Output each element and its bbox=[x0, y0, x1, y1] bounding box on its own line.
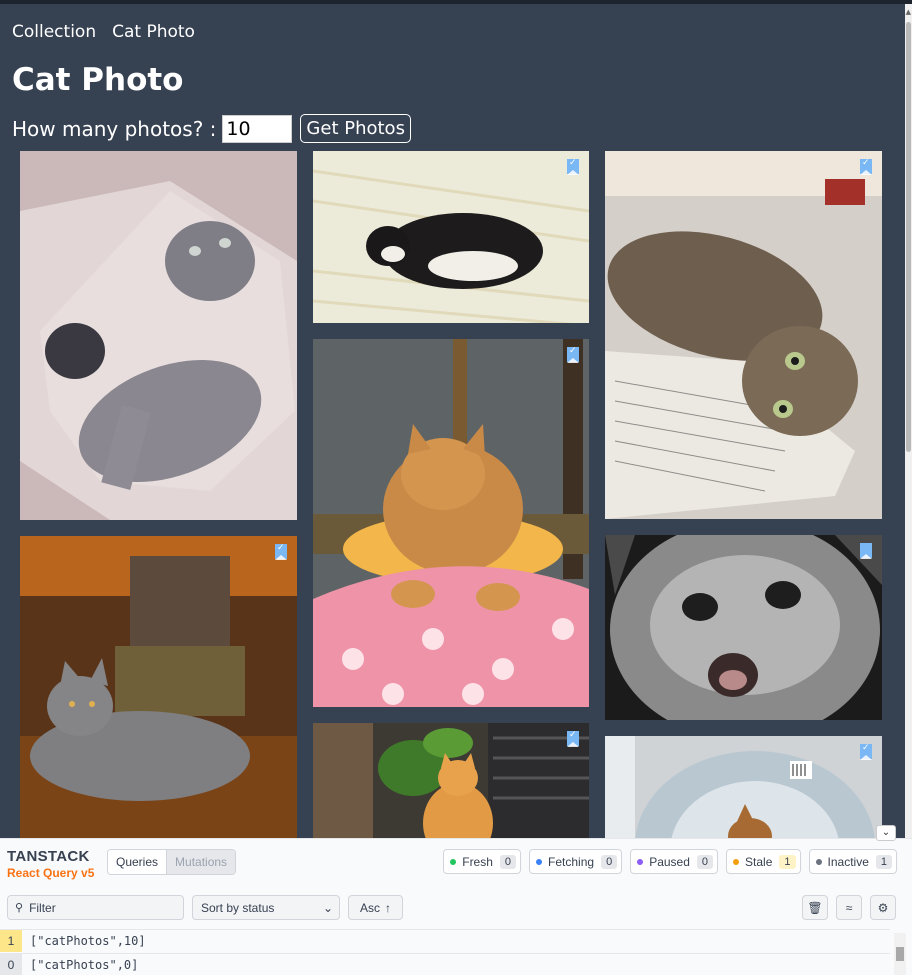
get-photos-button[interactable]: Get Photos bbox=[300, 114, 411, 143]
brand-tanstack: TANSTACK bbox=[7, 848, 90, 865]
badge-label: Inactive bbox=[827, 854, 869, 869]
tab-mutations[interactable]: Mutations bbox=[166, 850, 236, 874]
sort-select[interactable]: Sort by status ⌄ bbox=[192, 895, 340, 920]
kitten-image bbox=[605, 535, 882, 720]
chevron-down-icon[interactable]: ⌄ bbox=[876, 825, 896, 841]
status-badge-paused[interactable]: Paused 0 bbox=[630, 849, 719, 874]
badge-count: 1 bbox=[875, 854, 892, 869]
status-badge-fresh[interactable]: Fresh 0 bbox=[443, 849, 522, 874]
query-row[interactable]: 1 ["catPhotos",10] bbox=[0, 929, 890, 952]
query-observer-count: 0 bbox=[0, 954, 22, 975]
photo-cat-sleeping-bed[interactable] bbox=[313, 151, 589, 323]
nav-link-cat-photo[interactable]: Cat Photo bbox=[112, 22, 195, 42]
browser-top-edge bbox=[0, 0, 912, 4]
badge-count: 1 bbox=[779, 854, 796, 869]
paused-dot-icon bbox=[637, 858, 644, 865]
devtools-tabs: Queries Mutations bbox=[107, 849, 237, 875]
badge-count: 0 bbox=[696, 854, 714, 869]
query-row[interactable]: 0 ["catPhotos",0] bbox=[0, 953, 890, 975]
query-key: ["catPhotos",10] bbox=[30, 934, 146, 948]
photo-count-label: How many photos? : bbox=[12, 116, 217, 141]
nav-link-collection[interactable]: Collection bbox=[12, 22, 96, 42]
fetching-dot-icon bbox=[536, 858, 543, 865]
page-scrollbar[interactable]: ▲ bbox=[905, 4, 912, 838]
photo-count-input[interactable] bbox=[222, 114, 293, 143]
bookmark-icon[interactable] bbox=[860, 743, 872, 760]
bookmark-icon[interactable] bbox=[860, 158, 872, 175]
page-title: Cat Photo bbox=[12, 62, 184, 98]
status-badge-fetching[interactable]: Fetching 0 bbox=[529, 849, 623, 874]
query-list-scrollbar[interactable] bbox=[894, 933, 906, 975]
status-badges: Fresh 0 Fetching 0 Paused 0 Stale 1 Inac… bbox=[443, 849, 897, 874]
cat-in-cone-image bbox=[605, 736, 882, 838]
photo-count-form: How many photos? : Get Photos bbox=[12, 114, 411, 143]
tab-queries[interactable]: Queries bbox=[108, 850, 167, 874]
brand-react-query: React Query v5 bbox=[7, 866, 95, 880]
photo-grey-cat-on-chair[interactable] bbox=[20, 536, 297, 838]
devtools-brand: TANSTACK React Query v5 bbox=[7, 848, 94, 880]
sort-label: Sort by status bbox=[201, 900, 275, 915]
status-badge-inactive[interactable]: Inactive 1 bbox=[808, 849, 897, 874]
settings-button[interactable]: ⚙ bbox=[870, 895, 896, 920]
query-list-scrollbar-thumb[interactable] bbox=[896, 947, 904, 961]
photo-cat-on-pink-blanket[interactable] bbox=[313, 339, 589, 707]
photo-cat-on-book[interactable] bbox=[605, 151, 882, 519]
bookmark-icon[interactable] bbox=[567, 730, 579, 747]
badge-count: 0 bbox=[499, 854, 517, 869]
order-label: Asc bbox=[359, 900, 380, 915]
bookmark-icon[interactable] bbox=[860, 543, 872, 559]
query-observer-count: 1 bbox=[0, 930, 22, 952]
offline-mode-button[interactable]: ≈ bbox=[836, 895, 862, 920]
status-badge-stale[interactable]: Stale 1 bbox=[726, 849, 801, 874]
search-icon: ⚲ bbox=[15, 902, 24, 914]
stale-dot-icon bbox=[733, 858, 740, 865]
bookmark-icon[interactable] bbox=[567, 158, 579, 175]
grey-cat-image bbox=[20, 536, 297, 838]
page-scrollbar-thumb[interactable] bbox=[906, 22, 911, 452]
badge-label: Stale bbox=[745, 854, 773, 869]
chevron-down-icon: ⌄ bbox=[322, 900, 333, 915]
gear-icon: ⚙ bbox=[877, 900, 889, 915]
photo-cat-in-cone[interactable] bbox=[605, 736, 882, 838]
fresh-dot-icon bbox=[450, 858, 457, 865]
photo-orange-cat-window[interactable] bbox=[313, 723, 589, 838]
cat-on-blanket-image bbox=[313, 339, 589, 707]
orange-cat-image bbox=[313, 723, 589, 838]
badge-label: Fetching bbox=[548, 854, 595, 869]
top-nav: Collection Cat Photo bbox=[12, 22, 195, 42]
query-key: ["catPhotos",0] bbox=[30, 958, 139, 972]
wifi-icon: ≈ bbox=[845, 900, 853, 915]
filter-input[interactable]: ⚲ Filter bbox=[7, 895, 184, 920]
bookmark-icon[interactable] bbox=[275, 543, 287, 560]
react-query-devtools-panel: ⌄ TANSTACK React Query v5 Queries Mutati… bbox=[0, 825, 912, 975]
cat-on-book-image bbox=[605, 151, 882, 519]
sort-order-button[interactable]: Asc ↑ bbox=[348, 895, 403, 920]
inactive-dot-icon bbox=[815, 858, 822, 865]
trash-icon: 🗑 bbox=[807, 900, 823, 915]
cat-sleeping-image bbox=[313, 151, 589, 323]
badge-label: Fresh bbox=[462, 854, 493, 869]
photo-kitten-screaming[interactable] bbox=[605, 535, 882, 720]
devtools-toolbar: ⚲ Filter Sort by status ⌄ Asc ↑ 🗑 ≈ ⚙ bbox=[0, 895, 912, 929]
arrow-up-icon: ↑ bbox=[385, 900, 391, 915]
badge-label: Paused bbox=[649, 854, 690, 869]
scroll-up-arrow-icon[interactable]: ▲ bbox=[906, 8, 911, 16]
bookmark-icon[interactable] bbox=[567, 346, 579, 363]
filter-placeholder: Filter bbox=[29, 900, 56, 915]
photo-cat-in-box[interactable] bbox=[20, 151, 297, 520]
badge-count: 0 bbox=[601, 854, 618, 869]
cat-in-box-image bbox=[20, 151, 297, 520]
clear-cache-button[interactable]: 🗑 bbox=[802, 895, 828, 920]
